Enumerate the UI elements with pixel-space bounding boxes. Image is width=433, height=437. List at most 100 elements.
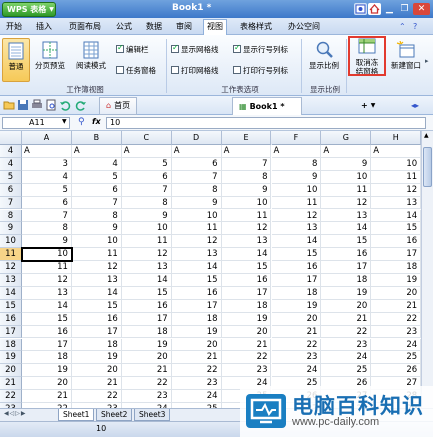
cell[interactable]: 24: [371, 338, 422, 352]
cell[interactable]: 7: [221, 157, 272, 171]
cell[interactable]: 8: [221, 170, 272, 184]
row-header[interactable]: 22: [0, 390, 22, 403]
column-header-c[interactable]: C: [121, 131, 172, 145]
cell[interactable]: 21: [271, 325, 322, 339]
cell[interactable]: 10: [321, 170, 372, 184]
cell[interactable]: 13: [22, 286, 72, 300]
cell[interactable]: 19: [71, 351, 122, 365]
cell[interactable]: 19: [121, 338, 172, 352]
cell[interactable]: 19: [171, 325, 222, 339]
name-box[interactable]: A11: [2, 117, 70, 129]
cell[interactable]: 16: [22, 325, 72, 339]
cell[interactable]: 22: [371, 312, 422, 326]
tab-book1[interactable]: ▦ Book1 *: [232, 97, 302, 115]
cell[interactable]: 24: [321, 351, 372, 365]
app-menu-button[interactable]: WPS 表格 ▼: [2, 2, 56, 17]
cell[interactable]: 9: [271, 170, 322, 184]
row-header[interactable]: 18: [0, 338, 22, 352]
cell[interactable]: 11: [171, 222, 222, 236]
cell[interactable]: 10: [171, 209, 222, 223]
cell[interactable]: 13: [371, 196, 422, 210]
ribbon-scroll-right-icon[interactable]: ▸: [425, 57, 429, 65]
menu-data[interactable]: 数据: [143, 20, 165, 34]
cell[interactable]: 8: [22, 222, 72, 236]
show-gridlines-checkbox[interactable]: 显示网格线: [171, 43, 219, 55]
cell[interactable]: 13: [171, 248, 222, 262]
cell[interactable]: 10: [371, 157, 422, 171]
cell[interactable]: 15: [171, 274, 222, 287]
cell[interactable]: 6: [121, 170, 172, 184]
cell[interactable]: 17: [121, 312, 172, 326]
cell[interactable]: 23: [271, 351, 322, 365]
cell[interactable]: 17: [71, 325, 122, 339]
cell[interactable]: 22: [221, 351, 272, 365]
zoom-icon[interactable]: ⚲: [78, 117, 85, 127]
row-header[interactable]: 17: [0, 325, 22, 339]
row-header[interactable]: 4: [0, 157, 22, 171]
cell[interactable]: 14: [371, 209, 422, 223]
cell[interactable]: 18: [221, 299, 272, 313]
cell[interactable]: 16: [321, 248, 372, 262]
cell[interactable]: 22: [121, 377, 172, 391]
column-header-f[interactable]: F: [271, 131, 322, 145]
cell[interactable]: 8: [271, 157, 322, 171]
column-header-d[interactable]: D: [171, 131, 222, 145]
cell[interactable]: A: [371, 145, 422, 158]
restore-icon[interactable]: ❐: [398, 3, 411, 15]
cell[interactable]: 14: [221, 248, 272, 262]
row-header[interactable]: 14: [0, 286, 22, 300]
cell[interactable]: 10: [221, 196, 272, 210]
cell[interactable]: 23: [171, 377, 222, 391]
cell[interactable]: 21: [221, 338, 272, 352]
cell[interactable]: 13: [221, 235, 272, 249]
cell[interactable]: 12: [371, 183, 422, 197]
menu-home[interactable]: 开始: [3, 20, 25, 34]
cell[interactable]: 17: [22, 338, 72, 352]
function-icon[interactable]: fx: [92, 117, 101, 126]
menu-page-layout[interactable]: 页面布局: [66, 20, 104, 34]
cell[interactable]: 17: [221, 286, 272, 300]
select-all-corner[interactable]: [0, 131, 22, 145]
cell[interactable]: 11: [371, 170, 422, 184]
cell[interactable]: A: [121, 145, 172, 158]
cell[interactable]: 22: [271, 338, 322, 352]
menu-review[interactable]: 审阅: [173, 20, 195, 34]
row-header[interactable]: 20: [0, 364, 22, 378]
cell[interactable]: 23: [121, 390, 172, 403]
cell[interactable]: 13: [271, 222, 322, 236]
cell[interactable]: 21: [321, 312, 372, 326]
cell[interactable]: 8: [71, 209, 122, 223]
row-header[interactable]: 15: [0, 299, 22, 313]
cell[interactable]: 6: [71, 183, 122, 197]
cell[interactable]: A: [221, 145, 272, 158]
row-header[interactable]: 12: [0, 261, 22, 274]
cell[interactable]: 16: [271, 261, 322, 274]
cell[interactable]: 15: [271, 248, 322, 262]
sheet-tab[interactable]: Sheet3: [134, 409, 171, 421]
cell[interactable]: A: [321, 145, 372, 158]
cell[interactable]: 19: [22, 364, 72, 378]
cell[interactable]: 22: [71, 390, 122, 403]
cell[interactable]: 11: [22, 261, 72, 274]
cell[interactable]: 18: [171, 312, 222, 326]
column-header-g[interactable]: G: [321, 131, 372, 145]
cell[interactable]: 20: [121, 351, 172, 365]
reading-mode-button[interactable]: 阅读模式: [72, 41, 110, 70]
cell[interactable]: 17: [271, 274, 322, 287]
cell[interactable]: 18: [371, 261, 422, 274]
cell[interactable]: 16: [371, 235, 422, 249]
menu-formulas[interactable]: 公式: [113, 20, 135, 34]
cell[interactable]: 18: [121, 325, 172, 339]
cell[interactable]: 12: [271, 209, 322, 223]
spreadsheet-grid[interactable]: ABCDEFGH 4 A A A A A A A A 4 3 4 5 6 7 8 9 10 5 4 5 6 7 8 9 10 11 6…: [0, 131, 433, 408]
cell[interactable]: 7: [121, 183, 172, 197]
row-header[interactable]: 10: [0, 235, 22, 249]
print-icon[interactable]: [31, 99, 43, 111]
help-question-icon[interactable]: ?: [410, 20, 420, 34]
row-header[interactable]: 16: [0, 312, 22, 326]
tab-home-page[interactable]: ⌂ 首页: [99, 97, 138, 115]
cell[interactable]: 15: [321, 235, 372, 249]
cell[interactable]: 5: [22, 183, 72, 197]
cell[interactable]: 25: [371, 351, 422, 365]
minimize-icon[interactable]: ▁: [383, 3, 396, 15]
